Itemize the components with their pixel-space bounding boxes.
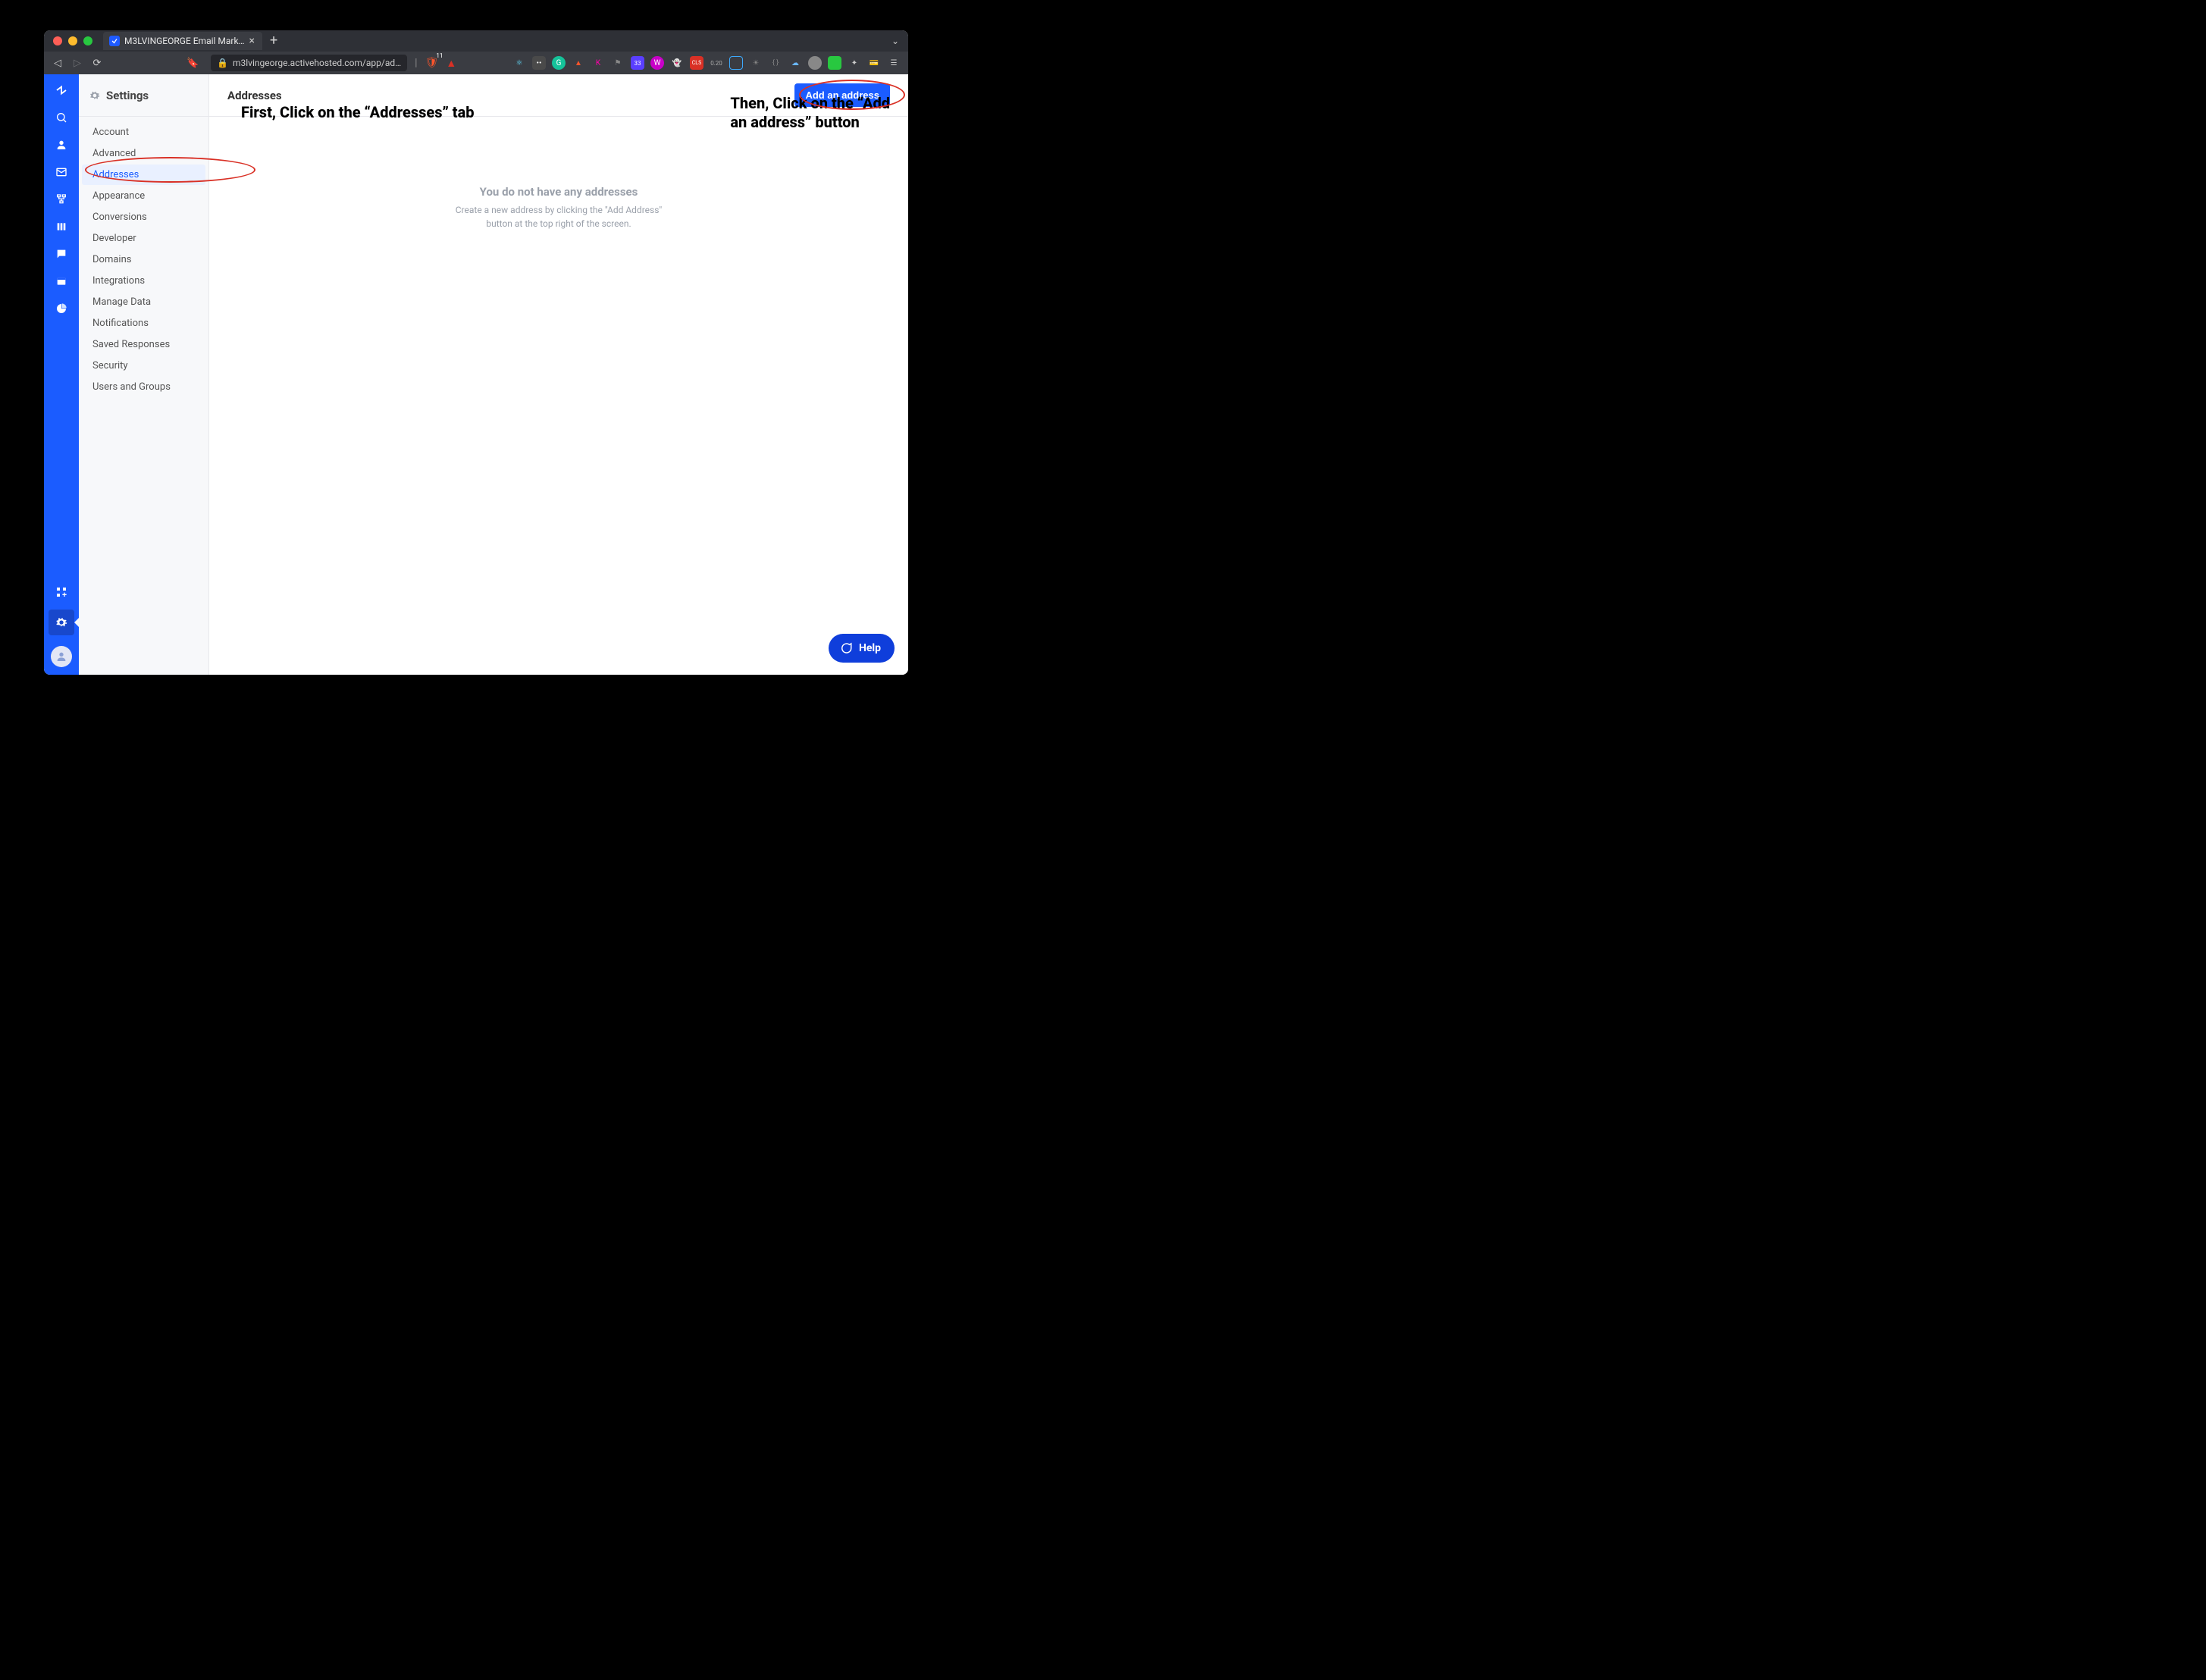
ext-green-icon[interactable] <box>828 56 841 70</box>
sidebar-item-users-and-groups[interactable]: Users and Groups <box>82 377 205 397</box>
deals-icon[interactable] <box>55 220 68 234</box>
lock-icon: 🔒 <box>217 58 228 68</box>
empty-body: Create a new address by clicking the "Ad… <box>441 203 676 230</box>
shield-count: 11 <box>436 52 443 59</box>
main-pane: Addresses Add an address You do not have… <box>209 74 908 675</box>
reload-icon[interactable]: ⟳ <box>91 58 103 69</box>
ext-dot-icon[interactable] <box>808 56 822 70</box>
wallet-icon[interactable]: 💳 <box>867 56 881 70</box>
stage: M3LVINGEORGE Email Marketin × + ⌄ ◁ ▷ ⟳ … <box>0 0 948 722</box>
tab-favicon-icon <box>109 36 120 46</box>
ext-square-icon[interactable] <box>729 56 743 70</box>
search-icon[interactable] <box>55 111 68 124</box>
apps-icon[interactable] <box>55 585 68 599</box>
annotation-second: Then, Click on the “Add an address” butt… <box>730 94 890 132</box>
tab-overflow-icon[interactable]: ⌄ <box>891 36 899 46</box>
settings-sidebar: Settings AccountAdvancedAddressesAppeara… <box>79 74 209 675</box>
ext-brave-icon[interactable]: ▲ <box>572 56 585 70</box>
ext-flag-icon[interactable]: ⚑ <box>611 56 625 70</box>
ext-braces-icon[interactable]: { } <box>769 56 782 70</box>
settings-active-pointer <box>74 618 79 627</box>
sidebar-item-security[interactable]: Security <box>82 356 205 376</box>
app-logo-icon[interactable] <box>55 83 68 97</box>
back-icon[interactable]: ◁ <box>52 58 64 69</box>
ext-sun-icon[interactable]: ☀ <box>749 56 763 70</box>
url-box[interactable]: 🔒 m3lvingeorge.activehosted.com/app/ad… <box>211 55 407 71</box>
close-tab-icon[interactable]: × <box>249 36 255 46</box>
sidebar-item-manage-data[interactable]: Manage Data <box>82 292 205 312</box>
contacts-icon[interactable] <box>55 138 68 152</box>
page-title: Addresses <box>227 89 282 102</box>
close-window-icon[interactable] <box>53 36 62 45</box>
settings-menu: AccountAdvancedAddressesAppearanceConver… <box>79 117 208 398</box>
reports-icon[interactable] <box>55 302 68 315</box>
sidebar-item-appearance[interactable]: Appearance <box>82 186 205 206</box>
user-avatar[interactable] <box>51 646 72 667</box>
automations-icon[interactable] <box>55 193 68 206</box>
chat-icon <box>839 641 853 655</box>
ext-cloud-icon[interactable]: ☁ <box>788 56 802 70</box>
sidebar-item-addresses[interactable]: Addresses <box>82 165 205 185</box>
nav-rail <box>44 74 79 675</box>
sidebar-item-advanced[interactable]: Advanced <box>82 143 205 164</box>
campaigns-icon[interactable] <box>55 165 68 179</box>
extensions-puzzle-icon[interactable]: ✦ <box>848 56 861 70</box>
empty-heading: You do not have any addresses <box>209 185 908 199</box>
bookmark-icon[interactable]: 🔖 <box>186 58 199 69</box>
annotation-first: First, Click on the “Addresses” tab <box>241 103 475 122</box>
url-text: m3lvingeorge.activehosted.com/app/ad… <box>233 58 401 68</box>
site-icon[interactable] <box>55 274 68 288</box>
minimize-window-icon[interactable] <box>68 36 77 45</box>
ext-w-icon[interactable]: W <box>650 56 664 70</box>
warning-icon[interactable]: ▲ <box>446 57 456 70</box>
brave-shield-icon[interactable]: 🛡 11 <box>425 57 439 69</box>
gear-icon <box>89 90 100 101</box>
sidebar-item-conversions[interactable]: Conversions <box>82 207 205 227</box>
sidebar-item-saved-responses[interactable]: Saved Responses <box>82 334 205 355</box>
help-button[interactable]: Help <box>829 634 895 663</box>
settings-heading-label: Settings <box>106 89 149 102</box>
extensions-row: ⚛ •• G ▲ K ⚑ 33 W 👻 CLS 0.20 ☀ { } ☁ ✦ 💳… <box>512 56 901 70</box>
ext-ghost-icon[interactable]: 👻 <box>670 56 684 70</box>
app-root: Settings AccountAdvancedAddressesAppeara… <box>44 74 908 675</box>
address-bar: ◁ ▷ ⟳ 🔖 🔒 m3lvingeorge.activehosted.com/… <box>44 52 908 74</box>
forward-icon[interactable]: ▷ <box>71 58 83 69</box>
sidebar-item-domains[interactable]: Domains <box>82 249 205 270</box>
conversations-icon[interactable] <box>55 247 68 261</box>
empty-state: You do not have any addresses Create a n… <box>209 185 908 230</box>
menu-icon[interactable]: ☰ <box>887 56 901 70</box>
sidebar-item-account[interactable]: Account <box>82 122 205 143</box>
page-body: You do not have any addresses Create a n… <box>209 117 908 675</box>
browser-window: M3LVINGEORGE Email Marketin × + ⌄ ◁ ▷ ⟳ … <box>44 30 908 675</box>
ext-k-icon[interactable]: K <box>591 56 605 70</box>
sidebar-item-notifications[interactable]: Notifications <box>82 313 205 334</box>
browser-tab[interactable]: M3LVINGEORGE Email Marketin × <box>103 32 262 50</box>
settings-icon[interactable] <box>49 610 74 635</box>
fullscreen-window-icon[interactable] <box>83 36 92 45</box>
sidebar-item-developer[interactable]: Developer <box>82 228 205 249</box>
tab-title: M3LVINGEORGE Email Marketin <box>124 36 245 46</box>
help-label: Help <box>859 642 881 654</box>
sidebar-item-integrations[interactable]: Integrations <box>82 271 205 291</box>
window-controls[interactable] <box>53 36 92 45</box>
new-tab-button[interactable]: + <box>270 34 277 48</box>
grammarly-icon[interactable]: G <box>552 56 566 70</box>
ext-cls-icon[interactable]: CLS <box>690 56 703 70</box>
ext-rewards-icon[interactable]: 0.20 <box>710 56 723 70</box>
settings-heading: Settings <box>79 74 208 117</box>
ext-icon[interactable]: •• <box>532 56 546 70</box>
react-devtools-icon[interactable]: ⚛ <box>512 56 526 70</box>
tab-strip: M3LVINGEORGE Email Marketin × + ⌄ <box>44 30 908 52</box>
ext-badge-33[interactable]: 33 <box>631 56 644 70</box>
